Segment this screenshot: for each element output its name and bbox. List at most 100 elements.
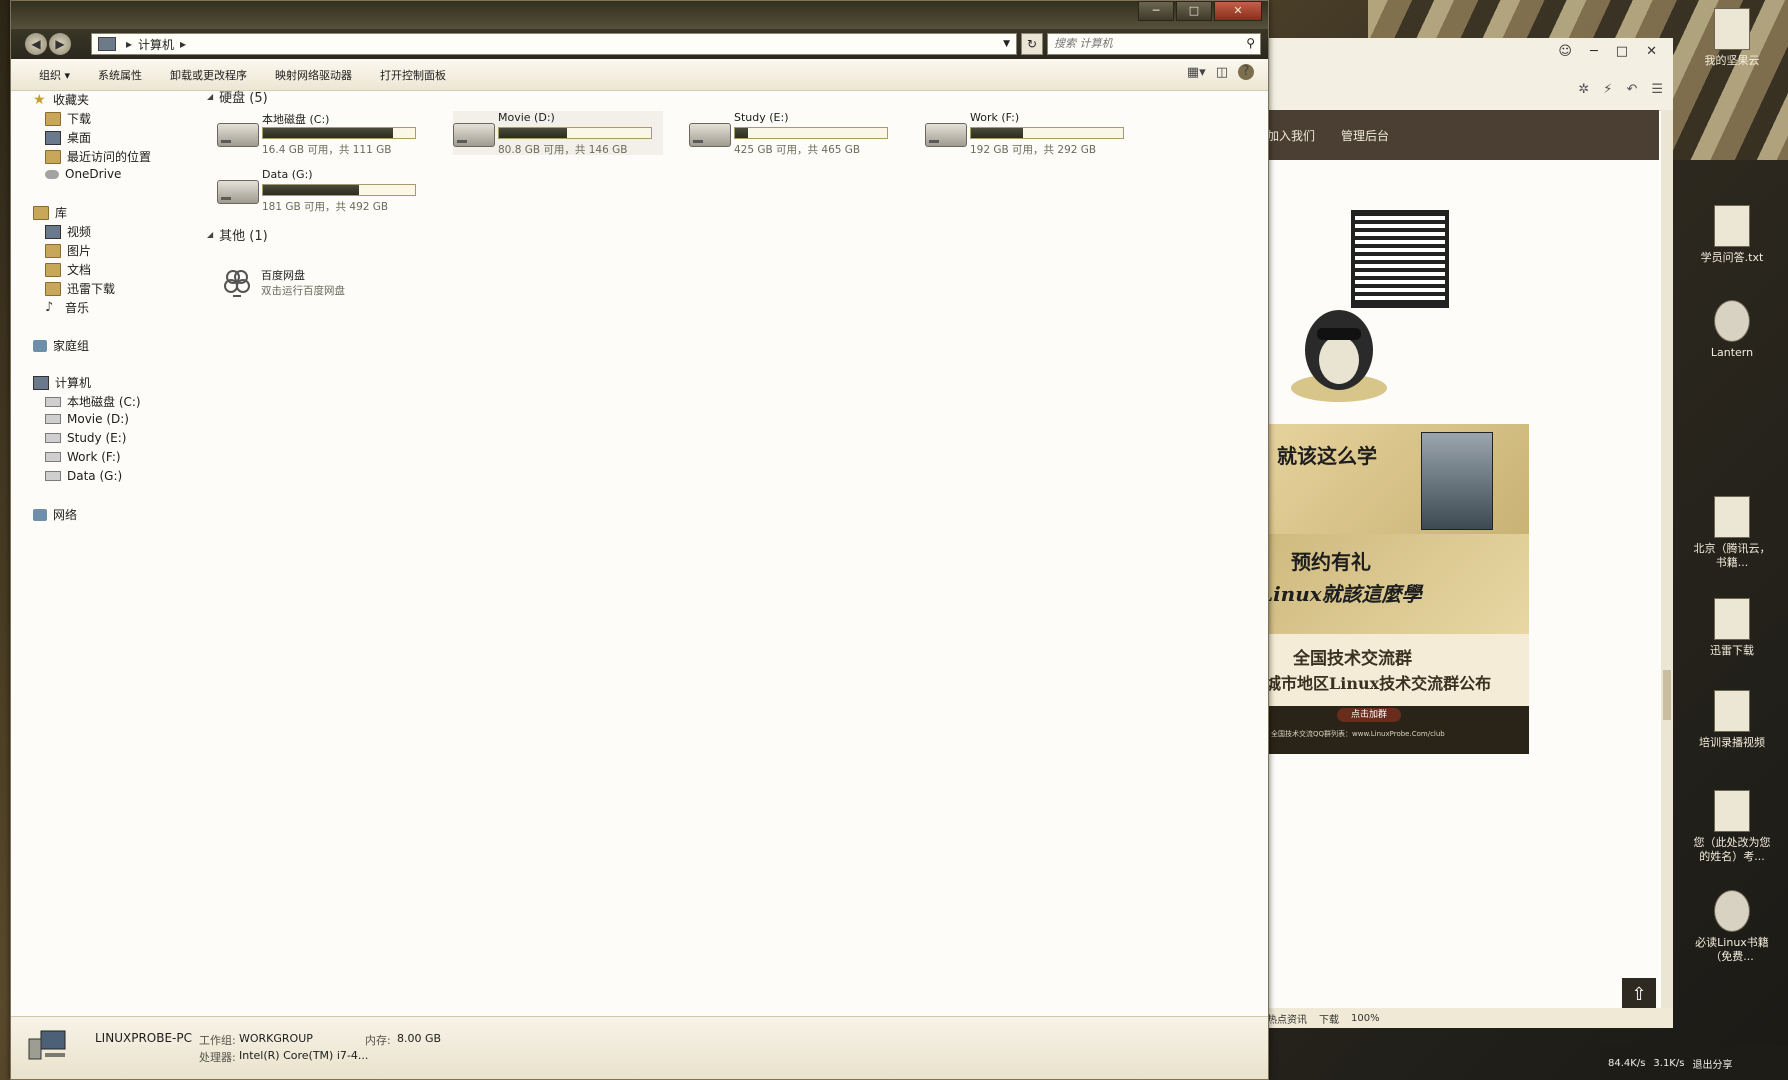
title-bar[interactable]: ─ □ ✕ xyxy=(11,1,1268,29)
desktop-icon-training-videos[interactable]: 培训录播视频 xyxy=(1690,690,1774,750)
nav-videos[interactable]: 视频 xyxy=(45,223,91,240)
drive-tile[interactable]: 本地磁盘 (C:) 16.4 GB 可用，共 111 GB xyxy=(217,111,427,156)
desktop-icon-xunlei[interactable]: 迅雷下载 xyxy=(1690,598,1774,658)
drive-tile[interactable]: Study (E:) 425 GB 可用，共 465 GB xyxy=(689,111,899,156)
exit-share-button[interactable]: 退出分享 xyxy=(1692,1056,1732,1071)
desktop-icon-label: 您（此处改为您的姓名）考... xyxy=(1693,836,1771,863)
nav-drive-f[interactable]: Work (F:) xyxy=(45,450,121,464)
book-cover-image xyxy=(1421,432,1493,530)
status-zoom[interactable]: 100% xyxy=(1351,1013,1380,1024)
desktop-icon-ie-link[interactable]: 必读Linux书籍（免费... xyxy=(1690,890,1774,964)
breadcrumb-arrow-icon[interactable]: ▸ xyxy=(180,37,186,51)
xunlei-folder-icon xyxy=(45,281,61,296)
nav-recent-places[interactable]: 最近访问的位置 xyxy=(45,148,151,165)
drive-name: Work (F:) xyxy=(970,111,1020,124)
net-download-speed: 3.1K/s xyxy=(1653,1057,1685,1069)
network-speed-widget: 84.4K/s 3.1K/s 退出分享 xyxy=(1600,1046,1788,1080)
browser-maximize-button[interactable]: □ xyxy=(1616,44,1628,59)
nav-drive-c[interactable]: 本地磁盘 (C:) xyxy=(45,393,141,410)
settings-icon[interactable]: ✲ xyxy=(1578,82,1589,97)
join-group-button[interactable]: 点击加群 xyxy=(1337,708,1401,722)
forward-button[interactable]: ▶ xyxy=(49,33,71,55)
minimize-button[interactable]: ─ xyxy=(1138,1,1174,21)
tech-group-banner[interactable]: 全国技术交流群 城市地区Linux技术交流群公布 点击加群 全国技术交流QQ群列… xyxy=(1267,634,1529,754)
nav-network[interactable]: 网络 xyxy=(33,506,77,523)
breadcrumb-computer[interactable]: 计算机 xyxy=(138,36,174,53)
collapse-triangle-icon[interactable]: ◢ xyxy=(207,92,213,101)
back-button[interactable]: ◀ xyxy=(25,33,47,55)
desktop-icon-qa-txt[interactable]: 学员问答.txt xyxy=(1690,205,1774,265)
reservation-banner[interactable]: 预约有礼 Linux就該這麼學 xyxy=(1267,534,1529,634)
desktop-icon-lantern[interactable]: Lantern xyxy=(1690,300,1774,360)
system-properties-button[interactable]: 系统属性 xyxy=(84,67,156,83)
desktop-icon-beijing[interactable]: 北京（腾讯云，书籍... xyxy=(1690,496,1774,570)
nav-drive-d[interactable]: Movie (D:) xyxy=(45,412,129,426)
nav-favorites[interactable]: ★ 收藏夹 xyxy=(33,91,89,108)
collapse-triangle-icon[interactable]: ◢ xyxy=(207,230,213,239)
nav-music[interactable]: ♪ 音乐 xyxy=(45,299,89,316)
nav-computer[interactable]: 计算机 xyxy=(33,374,91,391)
nav-drive-e[interactable]: Study (E:) xyxy=(45,431,126,445)
nav-onedrive[interactable]: OneDrive xyxy=(45,167,121,181)
browser-minimize-button[interactable]: ─ xyxy=(1590,44,1598,59)
browser-close-button[interactable]: ✕ xyxy=(1646,44,1657,59)
desktop-icon-jianguoyun[interactable]: 我的坚果云 xyxy=(1690,8,1774,68)
maximize-button[interactable]: □ xyxy=(1176,1,1212,21)
nav-admin-link[interactable]: 管理后台 xyxy=(1341,127,1389,144)
menu-icon[interactable]: ☰ xyxy=(1651,82,1663,97)
nav-homegroup[interactable]: 家庭组 xyxy=(33,337,89,354)
drive-usage-bar xyxy=(970,127,1124,139)
desktop-icon-word-doc[interactable]: 您（此处改为您的姓名）考... xyxy=(1690,790,1774,864)
close-button[interactable]: ✕ xyxy=(1214,1,1262,21)
nav-label: 网络 xyxy=(53,508,78,522)
address-bar[interactable]: ▸ 计算机 ▸ ▼ xyxy=(91,33,1017,55)
search-box[interactable]: ⚲ xyxy=(1047,33,1261,55)
nav-libraries[interactable]: 库 xyxy=(33,204,67,221)
refresh-button[interactable]: ↻ xyxy=(1021,33,1043,55)
drive-free-space: 16.4 GB 可用，共 111 GB xyxy=(262,144,392,156)
status-download[interactable]: 下载 xyxy=(1319,1011,1339,1026)
nav-join-link[interactable]: 加入我们 xyxy=(1267,127,1315,144)
nav-xunlei-downloads[interactable]: 迅雷下载 xyxy=(45,280,115,297)
book-promo-banner[interactable]: 就该这么学 xyxy=(1267,424,1529,534)
baidu-netdisk-item[interactable]: 百度网盘 双击运行百度网盘 xyxy=(221,267,421,303)
scroll-to-top-button[interactable]: ⇧ xyxy=(1622,978,1656,1012)
search-icon[interactable]: ⚲ xyxy=(1246,36,1255,50)
preview-pane-icon[interactable]: ◫ xyxy=(1216,65,1228,80)
nav-pictures[interactable]: 图片 xyxy=(45,242,91,259)
navigation-pane: ★ 收藏夹 下载 桌面 最近访问的位置 OneDrive 库 视频 图片 文档 … xyxy=(11,91,181,1011)
videos-icon xyxy=(45,224,61,239)
skin-icon[interactable]: ☺ xyxy=(1558,44,1572,59)
documents-icon xyxy=(45,262,61,277)
drive-tile[interactable]: Data (G:) 181 GB 可用，共 492 GB xyxy=(217,168,427,213)
homegroup-icon xyxy=(33,339,47,352)
folder-icon xyxy=(1714,690,1750,732)
hard-drive-icon xyxy=(453,123,495,147)
hard-drive-icon xyxy=(45,471,61,481)
search-input[interactable] xyxy=(1048,34,1240,52)
help-icon[interactable]: ? xyxy=(1238,64,1254,80)
nav-desktop[interactable]: 桌面 xyxy=(45,129,91,146)
nav-drive-g[interactable]: Data (G:) xyxy=(45,469,122,483)
view-options-icon[interactable]: ▦▾ xyxy=(1187,65,1206,80)
map-network-drive-button[interactable]: 映射网络驱动器 xyxy=(261,67,366,83)
browser-scrollbar[interactable] xyxy=(1661,110,1673,1008)
chevron-down-icon[interactable]: ▼ xyxy=(1003,39,1010,49)
desktop-icon-label: Lantern xyxy=(1710,346,1754,359)
baidu-netdisk-icon xyxy=(224,270,250,297)
lightning-icon[interactable]: ⚡ xyxy=(1603,82,1612,97)
drive-tile[interactable]: Movie (D:) 80.8 GB 可用，共 146 GB xyxy=(453,111,663,156)
organize-menu[interactable]: 组织 ▾ xyxy=(11,67,84,83)
others-group-header[interactable]: ◢ 其他 (1) xyxy=(207,225,268,244)
nav-downloads[interactable]: 下载 xyxy=(45,110,91,127)
open-control-panel-button[interactable]: 打开控制面板 xyxy=(366,67,460,83)
drive-tile[interactable]: Work (F:) 192 GB 可用，共 292 GB xyxy=(925,111,1135,156)
status-news[interactable]: 热点资讯 xyxy=(1267,1011,1307,1026)
hard-disks-group-header[interactable]: ◢ 硬盘 (5) xyxy=(207,87,268,106)
remote-desktop-icon xyxy=(1714,496,1750,538)
uninstall-program-button[interactable]: 卸载或更改程序 xyxy=(156,67,261,83)
nav-documents[interactable]: 文档 xyxy=(45,261,91,278)
folder-icon xyxy=(1714,598,1750,640)
undo-icon[interactable]: ↶ xyxy=(1626,82,1637,97)
breadcrumb-arrow-icon[interactable]: ▸ xyxy=(126,37,132,51)
